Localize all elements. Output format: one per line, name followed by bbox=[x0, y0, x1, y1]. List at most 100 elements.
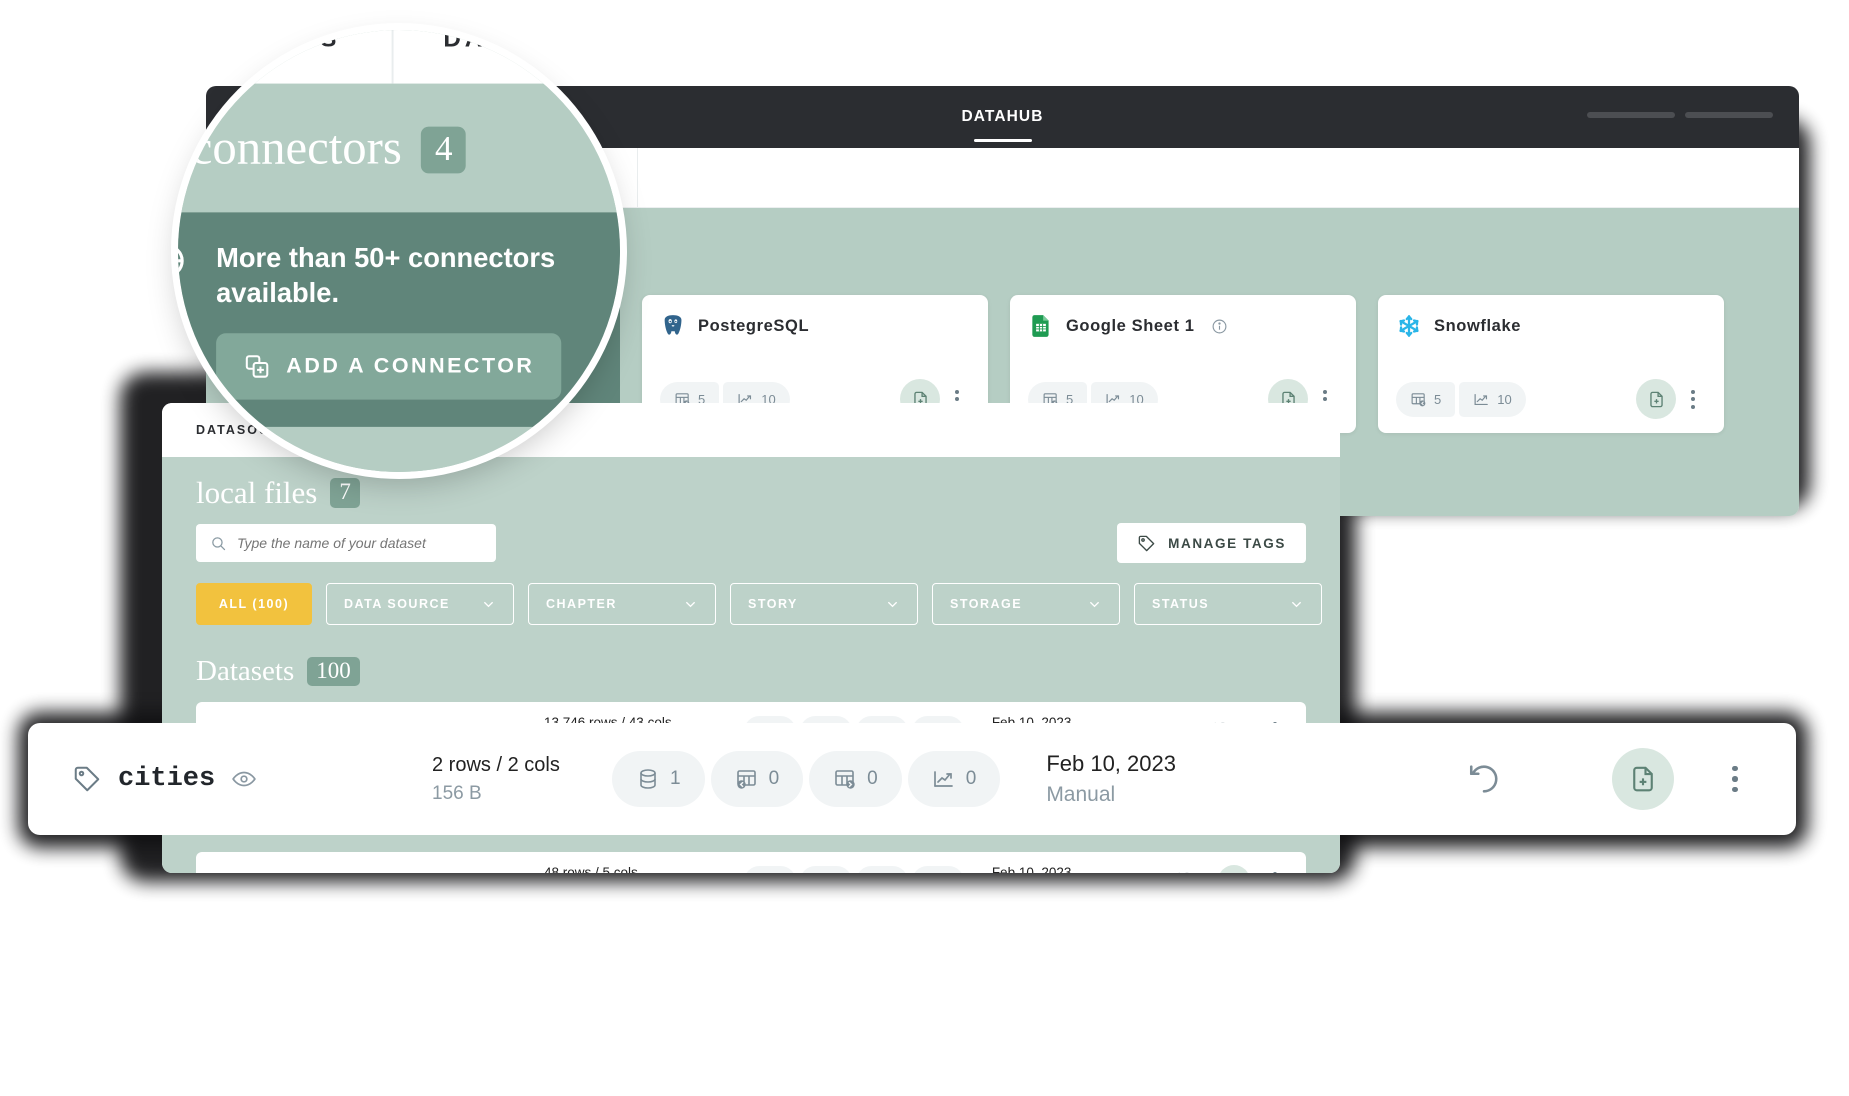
file-plus-icon bbox=[1628, 764, 1658, 794]
manage-tags-label: MANAGE TAGS bbox=[1168, 536, 1286, 551]
datasets-count-badge: 100 bbox=[307, 657, 360, 686]
manage-tags-button[interactable]: MANAGE TAGS bbox=[1117, 523, 1306, 563]
charts-chip[interactable]: 3 bbox=[912, 866, 964, 874]
chart-line-icon bbox=[932, 767, 956, 791]
dataset-chips: 1 0 bbox=[612, 751, 1000, 807]
add-dataset-button[interactable] bbox=[1612, 748, 1674, 810]
downstream-chip[interactable]: 0 bbox=[856, 866, 908, 874]
magnified-board: My connectors 4 More than 50+ connectors… bbox=[178, 84, 620, 472]
globe-icon bbox=[178, 240, 193, 401]
database-icon bbox=[636, 767, 660, 791]
charts-chip[interactable]: 10 bbox=[1459, 382, 1525, 417]
dataset-refresh-mode: Manual bbox=[1046, 783, 1276, 807]
dataset-name: cities bbox=[118, 764, 215, 794]
downstream-chip[interactable]: 0 bbox=[809, 751, 902, 807]
dataset-name: barlines_bars_filter bbox=[242, 872, 434, 873]
connectors-count-badge: 4 bbox=[421, 127, 466, 174]
upstream-chip[interactable]: 0 bbox=[711, 751, 804, 807]
connector-name: Google Sheet 1 bbox=[1066, 317, 1195, 336]
datasets-count-heading: Datasets 100 bbox=[196, 655, 1306, 688]
connector-header: Google Sheet 1 bbox=[1028, 313, 1338, 339]
filter-chapter[interactable]: CHAPTER bbox=[528, 583, 716, 625]
chevron-down-icon bbox=[1289, 597, 1304, 612]
filter-story-label: STORY bbox=[748, 597, 798, 611]
filter-status[interactable]: STATUS bbox=[1134, 583, 1322, 625]
table-left-icon bbox=[735, 767, 759, 791]
dataset-size-cell: 2 rows / 2 cols 156 B bbox=[432, 754, 612, 805]
connector-header: Snowflake bbox=[1396, 313, 1706, 339]
dataset-name-cell: barlines_bars_filter bbox=[214, 872, 544, 873]
upstream-chip-value: 0 bbox=[769, 768, 780, 790]
app-title: DATAHUB bbox=[961, 108, 1043, 126]
info-icon[interactable] bbox=[1211, 318, 1228, 335]
history-icon[interactable] bbox=[1466, 761, 1502, 797]
search-icon bbox=[210, 535, 227, 552]
highlighted-dataset-row[interactable]: cities 2 rows / 2 cols 156 B 1 bbox=[28, 723, 1796, 835]
filter-all-label: ALL (100) bbox=[219, 597, 289, 611]
local-files-heading: local files 7 bbox=[196, 475, 1306, 511]
tables-chip-value: 5 bbox=[1434, 392, 1441, 407]
charts-chip-value: 0 bbox=[966, 768, 977, 790]
tab-datasets-label: DATASETS bbox=[443, 30, 600, 53]
search-and-tags-row: MANAGE TAGS bbox=[196, 523, 1306, 563]
table-right-icon bbox=[833, 767, 857, 791]
tag-icon bbox=[214, 873, 231, 874]
connector-name: PostegreSQL bbox=[698, 317, 809, 336]
sources-chip[interactable]: 1 bbox=[744, 866, 796, 874]
topbar-right-placeholders bbox=[1587, 112, 1773, 118]
filter-all[interactable]: ALL (100) bbox=[196, 583, 312, 625]
snowflake-logo bbox=[1396, 313, 1422, 339]
add-connector-button[interactable]: ADD A CONNECTOR bbox=[216, 334, 562, 400]
chevron-down-icon bbox=[683, 597, 698, 612]
tag-icon bbox=[72, 764, 102, 794]
add-dataset-button[interactable] bbox=[1218, 865, 1250, 873]
kebab-menu-icon[interactable] bbox=[1262, 872, 1288, 874]
tab-datasources[interactable]: DATASOURCES bbox=[178, 30, 393, 84]
charts-chip[interactable]: 0 bbox=[908, 751, 1001, 807]
postgresql-logo bbox=[660, 313, 686, 339]
filter-storage[interactable]: STORAGE bbox=[932, 583, 1120, 625]
filters-row: ALL (100) DATA SOURCE CHAPTER STORY bbox=[196, 583, 1306, 625]
dataset-dimensions: 48 rows / 5 cols bbox=[544, 865, 744, 874]
add-connector-label: ADD A CONNECTOR bbox=[286, 355, 534, 378]
filter-chapter-label: CHAPTER bbox=[546, 597, 617, 611]
dataset-name-cell: cities bbox=[72, 764, 432, 794]
search-input[interactable] bbox=[237, 535, 482, 551]
connector-footer: 5 10 bbox=[1396, 379, 1706, 419]
tables-chip[interactable]: 5 bbox=[1396, 382, 1455, 417]
promo-text: More than 50+ connectors available. bbox=[216, 240, 606, 311]
filter-storage-label: STORAGE bbox=[950, 597, 1022, 611]
filter-data-source[interactable]: DATA SOURCE bbox=[326, 583, 514, 625]
chart-line-icon bbox=[1473, 391, 1490, 408]
dataset-date: Feb 10, 2023 bbox=[992, 865, 1142, 874]
chevron-down-icon bbox=[1087, 597, 1102, 612]
connector-name: Snowflake bbox=[1434, 317, 1521, 336]
connector-card[interactable]: Snowflake 5 bbox=[1378, 295, 1724, 433]
datasets-heading-title: Datasets bbox=[196, 655, 294, 688]
active-nav-underline bbox=[974, 139, 1032, 142]
local-files-title: local files bbox=[196, 475, 317, 511]
chevron-down-icon bbox=[481, 597, 496, 612]
dataset-date-cell: Feb 10, 2023 Manual bbox=[1046, 751, 1276, 807]
dataset-size-cell: 48 rows / 5 cols 7 KB bbox=[544, 865, 744, 874]
tab-datasets[interactable]: DATASETS bbox=[393, 30, 620, 84]
local-files-count-badge: 7 bbox=[330, 478, 360, 507]
kebab-menu-icon[interactable] bbox=[1718, 766, 1752, 793]
connector-header: PostegreSQL bbox=[660, 313, 970, 339]
history-icon[interactable] bbox=[1176, 870, 1198, 873]
dataset-dimensions: 2 rows / 2 cols bbox=[432, 754, 612, 777]
table-row[interactable]: barlines_bars_filter 48 rows / 5 cols 7 … bbox=[196, 852, 1306, 873]
filter-status-label: STATUS bbox=[1152, 597, 1209, 611]
google-sheets-logo bbox=[1028, 313, 1054, 339]
filter-story[interactable]: STORY bbox=[730, 583, 918, 625]
kebab-menu-icon[interactable] bbox=[1680, 390, 1706, 409]
add-dataset-button[interactable] bbox=[1636, 379, 1676, 419]
chevron-down-icon bbox=[885, 597, 900, 612]
eye-icon[interactable] bbox=[231, 766, 257, 792]
sources-chip[interactable]: 1 bbox=[612, 751, 705, 807]
magnifier-content: DATASOURCES DATASETS My connectors 4 bbox=[178, 30, 620, 472]
dataset-date: Feb 10, 2023 bbox=[1046, 751, 1276, 777]
magnifier-lens: DATASOURCES DATASETS My connectors 4 bbox=[178, 30, 620, 472]
search-box[interactable] bbox=[196, 524, 496, 562]
upstream-chip[interactable]: 0 bbox=[800, 866, 852, 874]
